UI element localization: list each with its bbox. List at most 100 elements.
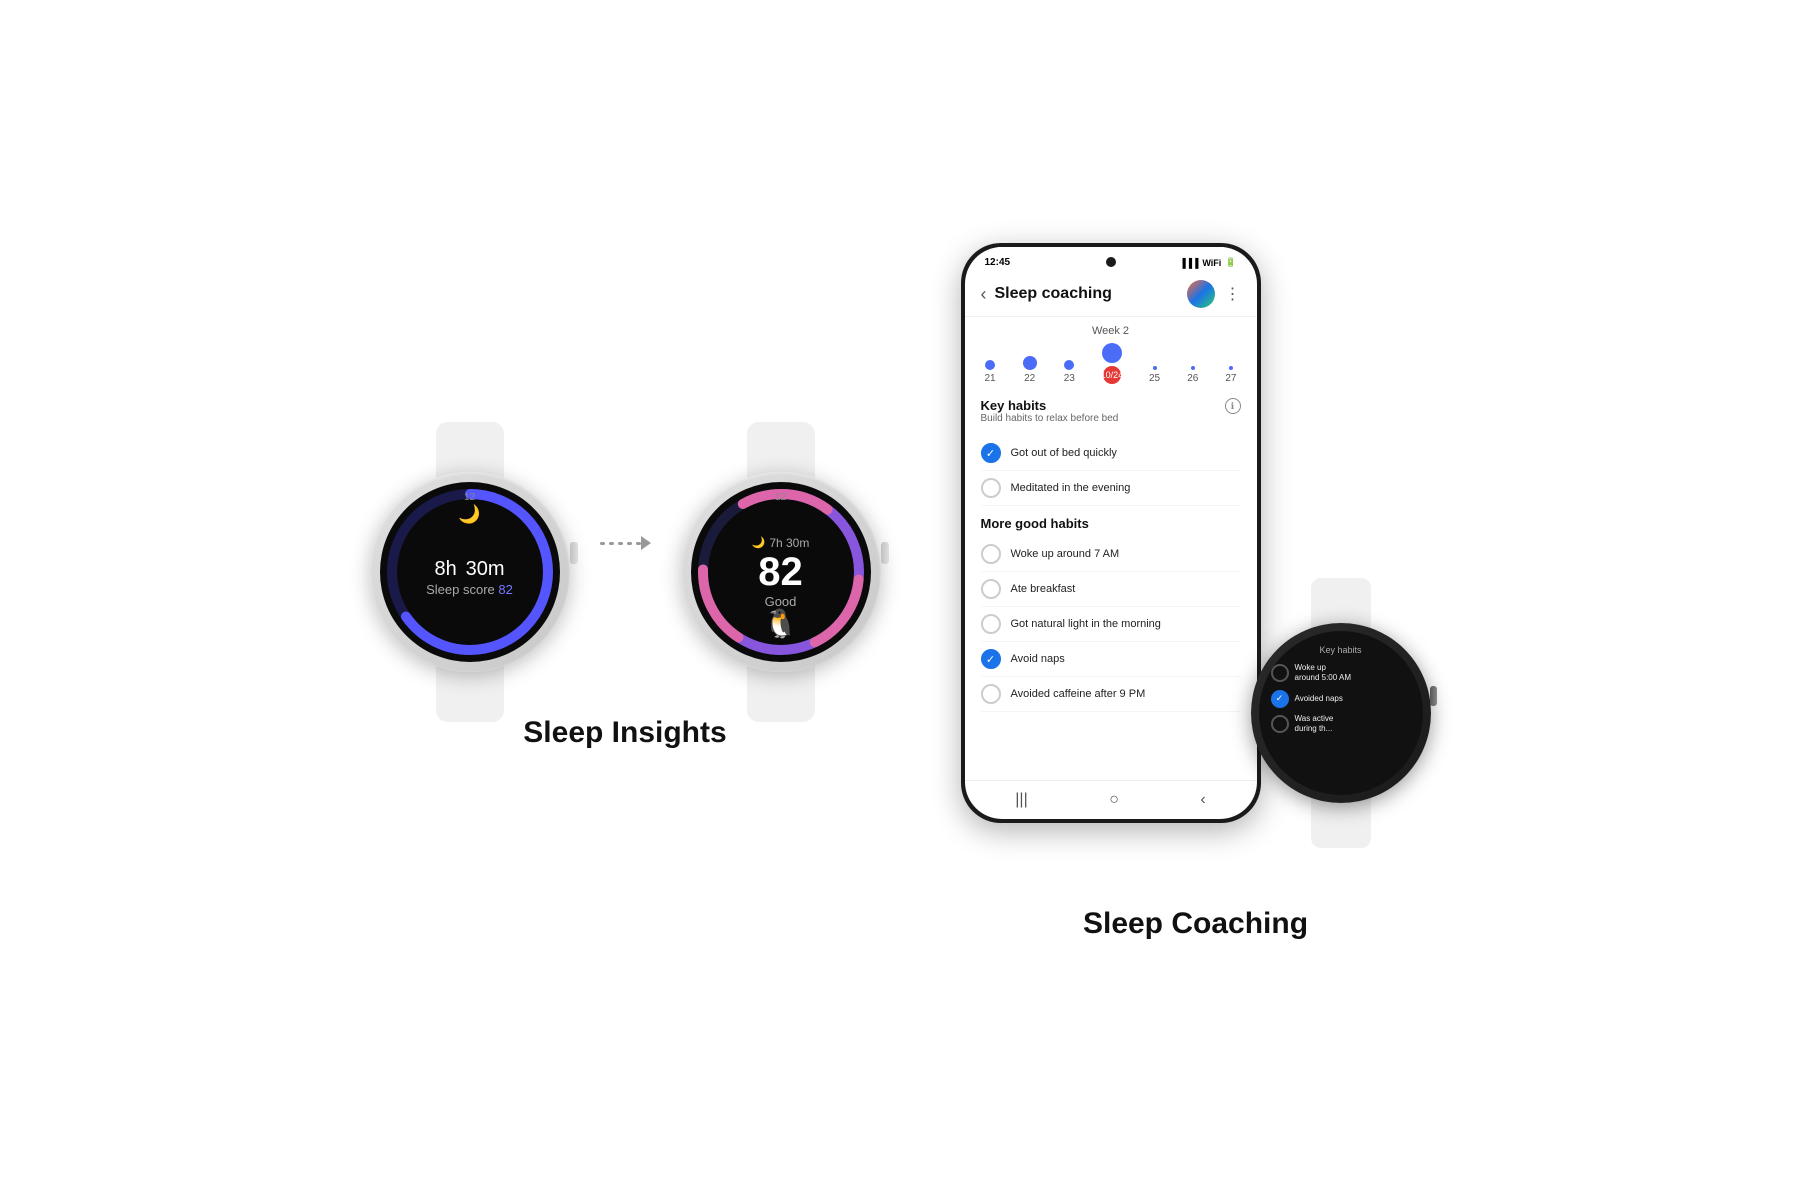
- habit-text-woke: Woke up around 7 AM: [1011, 548, 1120, 560]
- watch2-moon-icon: 🌙: [752, 536, 766, 549]
- watch2-time-small: 🌙 7h 30m: [752, 536, 810, 550]
- more-options-icon[interactable]: ⋮: [1225, 284, 1241, 304]
- day-23[interactable]: 23: [1064, 360, 1075, 384]
- phone-camera: [1106, 257, 1116, 267]
- watch2-twelve: 12: [775, 492, 786, 503]
- day-23-num: 23: [1064, 373, 1075, 384]
- habit-text-1: Got out of bed quickly: [1011, 447, 1117, 459]
- habit-check-breakfast: [981, 579, 1001, 599]
- cwatch-crown: [1430, 686, 1437, 706]
- habit-caffeine[interactable]: Avoided caffeine after 9 PM: [981, 677, 1241, 712]
- day-25-dot: [1153, 366, 1157, 370]
- day-26[interactable]: 26: [1187, 366, 1198, 384]
- day-25[interactable]: 25: [1149, 366, 1160, 384]
- habit-got-out-of-bed[interactable]: Got out of bed quickly: [981, 436, 1241, 471]
- info-icon[interactable]: ℹ: [1225, 398, 1241, 414]
- watch1-m-unit: m: [488, 558, 505, 580]
- cwatch-check-1: [1271, 664, 1289, 682]
- arrow-container: [600, 536, 651, 570]
- app-header-icons: ⋮: [1187, 280, 1241, 308]
- arrow-dots: [600, 542, 641, 545]
- watch1-screen: 12 🌙 8h 30m Sleep score 82: [380, 482, 560, 662]
- watch1-score-value: 82: [498, 582, 512, 597]
- arrow-dot-3: [618, 542, 623, 545]
- habit-check-naps: [981, 649, 1001, 669]
- sleep-coaching-title: Sleep Coaching: [1083, 907, 1308, 941]
- day-21-dot: [985, 360, 995, 370]
- nav-menu-icon[interactable]: |||: [1015, 791, 1027, 809]
- day-27-dot: [1229, 366, 1233, 370]
- habit-text-caffeine: Avoided caffeine after 9 PM: [1011, 688, 1146, 700]
- back-button[interactable]: ‹: [981, 284, 987, 305]
- cwatch-check-3: [1271, 715, 1289, 733]
- samsung-health-logo: [1187, 280, 1215, 308]
- day-27[interactable]: 27: [1225, 366, 1236, 384]
- app-header: ‹ Sleep coaching ⋮: [965, 272, 1257, 317]
- watch2-score-big: 82: [758, 552, 803, 592]
- app-title: Sleep coaching: [995, 285, 1179, 303]
- day-25-num: 25: [1149, 373, 1160, 384]
- coaching-watch-body: Key habits Woke uparound 5:00 AM Avoided…: [1251, 623, 1431, 803]
- signal-icon: ▐▐▐: [1179, 258, 1198, 268]
- arrow-dot-2: [609, 542, 614, 545]
- habit-ate-breakfast[interactable]: Ate breakfast: [981, 572, 1241, 607]
- watch2-screen: 12 🌙 7h 30m 82 Good 🐧: [691, 482, 871, 662]
- phone-inner: 12:45 ▐▐▐ WiFi 🔋 ‹ Sleep coachin: [965, 247, 1257, 819]
- watch1-time: 8h 30m: [434, 548, 504, 580]
- watch1-twelve: 12: [464, 492, 475, 503]
- day-21[interactable]: 21: [985, 360, 996, 384]
- habit-natural-light[interactable]: Got natural light in the morning: [981, 607, 1241, 642]
- watch1-moon-icon: 🌙: [458, 504, 480, 525]
- habit-text-breakfast: Ate breakfast: [1011, 583, 1076, 595]
- arrow-head: [641, 536, 651, 550]
- day-27-num: 27: [1225, 373, 1236, 384]
- key-habits-sub: Build habits to relax before bed: [981, 413, 1119, 424]
- habit-avoid-naps[interactable]: Avoid naps: [981, 642, 1241, 677]
- watch1-crown: [570, 542, 578, 564]
- watch-group-tobe: To-Be 12: [681, 434, 881, 672]
- day-26-dot: [1191, 366, 1195, 370]
- habit-text-light: Got natural light in the morning: [1011, 618, 1161, 630]
- battery-icon: 🔋: [1225, 257, 1236, 268]
- app-body: Key habits Build habits to relax before …: [965, 388, 1257, 780]
- week-label: Week 2: [981, 325, 1241, 337]
- habit-text-2: Meditated in the evening: [1011, 482, 1131, 494]
- day-1024-num: 10/24: [1103, 366, 1121, 384]
- day-1024[interactable]: 10/24: [1102, 343, 1122, 384]
- penguin-icon: 🐧: [763, 607, 798, 640]
- habit-text-naps: Avoid naps: [1011, 653, 1065, 665]
- sleep-insights-title: Sleep Insights: [523, 716, 726, 750]
- phone-mockup: 12:45 ▐▐▐ WiFi 🔋 ‹ Sleep coachin: [961, 243, 1261, 823]
- key-habits-info: Key habits Build habits to relax before …: [981, 398, 1119, 432]
- key-habits-title: Key habits: [981, 398, 1119, 413]
- cwatch-title: Key habits: [1319, 645, 1361, 655]
- watch1-hours: 8: [434, 558, 445, 580]
- habit-check-2: [981, 478, 1001, 498]
- watch1-content: 8h 30m Sleep score 82: [426, 548, 513, 597]
- nav-home-icon[interactable]: ○: [1109, 791, 1119, 809]
- watch1-body: 12 🌙 8h 30m Sleep score 82: [370, 472, 570, 672]
- habit-check-light: [981, 614, 1001, 634]
- sleep-coaching-section: 12:45 ▐▐▐ WiFi 🔋 ‹ Sleep coachin: [961, 243, 1431, 941]
- coaching-visuals: 12:45 ▐▐▐ WiFi 🔋 ‹ Sleep coachin: [961, 243, 1431, 863]
- cwatch-text-2: Avoided naps: [1295, 694, 1343, 704]
- habit-woke-up[interactable]: Woke up around 7 AM: [981, 537, 1241, 572]
- watch1-score-label: Sleep score 82: [426, 582, 513, 597]
- key-habits-header: Key habits Build habits to relax before …: [981, 398, 1241, 432]
- day-23-dot: [1064, 360, 1074, 370]
- cwatch-text-3: Was activeduring th...: [1295, 714, 1334, 735]
- habit-meditated[interactable]: Meditated in the evening: [981, 471, 1241, 506]
- day-22-dot: [1023, 356, 1037, 370]
- nav-back-icon[interactable]: ‹: [1200, 791, 1205, 809]
- sleep-insights-section: As-Is 12 🌙: [370, 434, 881, 750]
- watches-row: As-Is 12 🌙: [370, 434, 881, 672]
- cwatch-habit-2: Avoided naps: [1271, 690, 1411, 708]
- coaching-watch-container: Key habits Woke uparound 5:00 AM Avoided…: [1251, 623, 1431, 803]
- cwatch-screen: Key habits Woke uparound 5:00 AM Avoided…: [1259, 631, 1423, 795]
- day-22[interactable]: 22: [1023, 356, 1037, 384]
- day-1024-dot: [1102, 343, 1122, 363]
- watch2-time-value: 7h 30m: [769, 536, 809, 550]
- watch-group-asis: As-Is 12 🌙: [370, 434, 570, 672]
- day-row: 21 22 23: [981, 343, 1241, 384]
- habit-check-woke: [981, 544, 1001, 564]
